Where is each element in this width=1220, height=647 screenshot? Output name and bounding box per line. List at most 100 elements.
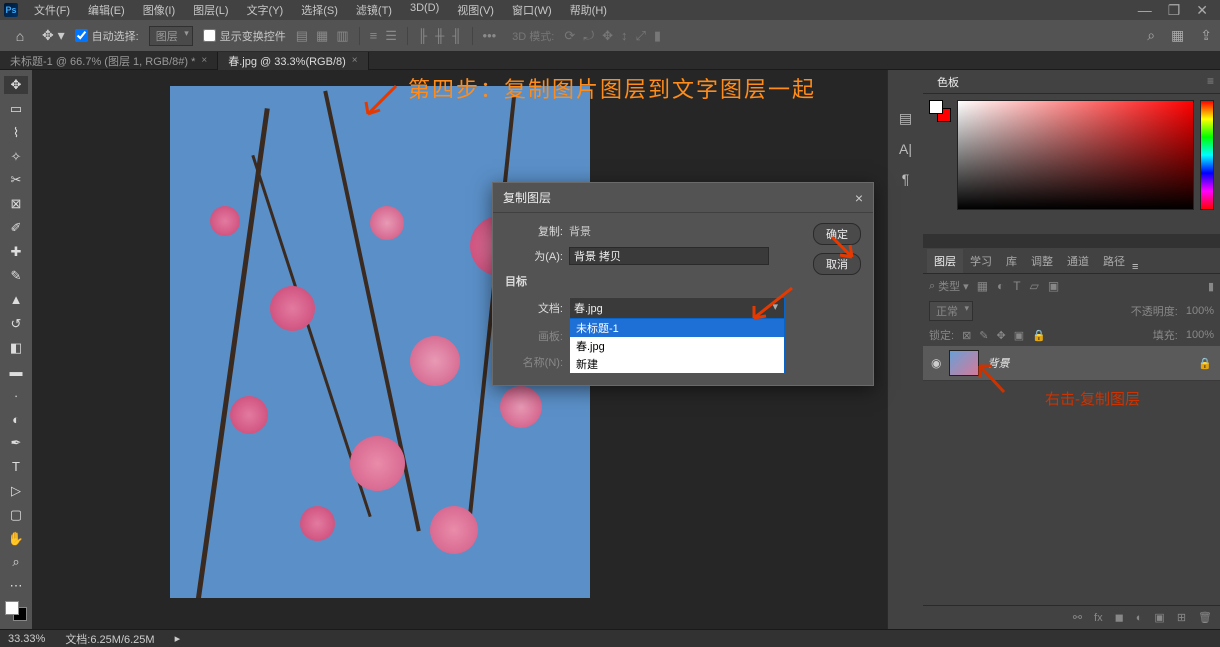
filter-type-dropdown[interactable]: ⌕ 类型 ▾ xyxy=(929,278,969,294)
lock-position-icon[interactable]: ✎ xyxy=(979,329,988,342)
menu-type[interactable]: 文字(Y) xyxy=(239,0,292,20)
menu-filter[interactable]: 滤镜(T) xyxy=(348,0,400,20)
type-tool[interactable]: T xyxy=(4,458,28,476)
hue-slider[interactable] xyxy=(1200,100,1214,210)
filter-toggle-icon[interactable]: ▮ xyxy=(1208,280,1214,293)
tab-channels[interactable]: 通道 xyxy=(1060,249,1096,273)
layer-fx-icon[interactable]: fx xyxy=(1094,612,1103,624)
marquee-tool[interactable]: ▭ xyxy=(4,100,28,118)
dialog-close-icon[interactable]: × xyxy=(855,190,863,206)
history-brush-tool[interactable]: ↺ xyxy=(4,315,28,333)
foreground-color[interactable] xyxy=(5,601,19,615)
blend-mode-dropdown[interactable]: 正常 xyxy=(929,301,973,321)
layer-locked-icon[interactable]: 🔒 xyxy=(1198,357,1212,370)
auto-select-checkbox[interactable]: 自动选择: xyxy=(75,28,139,44)
panel-menu-icon[interactable]: ≡ xyxy=(1207,74,1214,88)
maximize-icon[interactable]: ❐ xyxy=(1168,2,1181,19)
lock-icon[interactable]: 🔒 xyxy=(1032,329,1046,342)
history-panel-icon[interactable]: ▤ xyxy=(899,110,912,127)
filter-pixel-icon[interactable]: ▦ xyxy=(977,279,988,293)
zoom-tool[interactable]: ⌕ xyxy=(4,554,28,572)
layer-item-background[interactable]: ◉ 背景 🔒 xyxy=(923,346,1220,381)
gradient-tool[interactable]: ▬ xyxy=(4,363,28,381)
lasso-tool[interactable]: ⌇ xyxy=(4,124,28,142)
panel-menu-icon[interactable]: ≡ xyxy=(1132,261,1138,273)
eraser-tool[interactable]: ◧ xyxy=(4,339,28,357)
tab-libraries[interactable]: 库 xyxy=(999,249,1024,273)
hand-tool[interactable]: ✋ xyxy=(4,530,28,548)
filter-shape-icon[interactable]: ▱ xyxy=(1030,279,1039,293)
close-tab-icon[interactable]: × xyxy=(352,55,358,66)
more-icon[interactable]: ••• xyxy=(483,28,497,43)
dodge-tool[interactable]: ◐ xyxy=(4,410,28,428)
zoom-level[interactable]: 33.33% xyxy=(8,633,45,645)
close-tab-icon[interactable]: × xyxy=(201,55,207,66)
lock-artboard-icon[interactable]: ▣ xyxy=(1014,329,1024,342)
blur-tool[interactable]: ∙ xyxy=(4,386,28,404)
eyedropper-tool[interactable]: ✐ xyxy=(4,219,28,237)
dropdown-option-spring[interactable]: 春.jpg xyxy=(570,337,784,355)
slide-icon[interactable]: ↕ xyxy=(621,28,628,43)
opacity-value[interactable]: 100% xyxy=(1186,305,1214,317)
show-transform-checkbox[interactable]: 显示变换控件 xyxy=(203,28,286,44)
menu-help[interactable]: 帮助(H) xyxy=(562,0,615,20)
filter-smart-icon[interactable]: ▣ xyxy=(1048,279,1059,293)
tab-learn[interactable]: 学习 xyxy=(963,249,999,273)
document-tab-untitled[interactable]: 未标题-1 @ 66.7% (图层 1, RGB/8#) * × xyxy=(0,51,218,71)
more-tools[interactable]: ⋯ xyxy=(4,577,28,595)
dropdown-option-new[interactable]: 新建 xyxy=(570,355,784,373)
document-info[interactable]: 文档:6.25M/6.25M xyxy=(65,631,154,647)
fill-value[interactable]: 100% xyxy=(1186,329,1214,341)
pen-tool[interactable]: ✒ xyxy=(4,434,28,452)
color-swatches[interactable] xyxy=(5,601,27,621)
character-panel-icon[interactable]: A| xyxy=(899,141,912,157)
menu-edit[interactable]: 编辑(E) xyxy=(80,0,133,20)
distribute-icon[interactable]: ≡ xyxy=(370,28,378,43)
align-center-icon[interactable]: ▦ xyxy=(316,28,328,44)
distribute-icon-2[interactable]: ☰ xyxy=(385,28,397,44)
lock-pixels-icon[interactable]: ⊠ xyxy=(962,329,971,342)
pan-icon[interactable]: ✥ xyxy=(602,28,613,44)
tab-layers[interactable]: 图层 xyxy=(927,249,963,273)
delete-layer-icon[interactable]: 🗑 xyxy=(1198,611,1212,624)
align-v1-icon[interactable]: ╟ xyxy=(418,28,427,43)
new-group-icon[interactable]: ▣ xyxy=(1154,611,1164,624)
menu-3d[interactable]: 3D(D) xyxy=(402,0,447,20)
as-input[interactable] xyxy=(569,247,769,265)
link-layers-icon[interactable]: ⚯ xyxy=(1073,611,1082,624)
menu-layer[interactable]: 图层(L) xyxy=(185,0,236,20)
layer-mask-icon[interactable]: ◼ xyxy=(1115,611,1124,624)
auto-select-type-dropdown[interactable]: 图层 xyxy=(149,26,193,46)
filter-adjustment-icon[interactable]: ◐ xyxy=(997,279,1004,293)
share-icon[interactable]: ⇪ xyxy=(1200,27,1212,44)
healing-tool[interactable]: ✚ xyxy=(4,243,28,261)
move-tool[interactable]: ✥ xyxy=(4,76,28,94)
menu-window[interactable]: 窗口(W) xyxy=(504,0,560,20)
color-swatches-tab[interactable]: 色板 xyxy=(929,71,967,93)
paragraph-panel-icon[interactable]: ¶ xyxy=(902,171,910,187)
menu-view[interactable]: 视图(V) xyxy=(449,0,502,20)
brush-tool[interactable]: ✎ xyxy=(4,267,28,285)
home-icon[interactable]: ⌂ xyxy=(8,24,32,48)
document-tab-spring[interactable]: 春.jpg @ 33.3%(RGB/8) × xyxy=(218,51,368,71)
tab-adjustments[interactable]: 调整 xyxy=(1024,249,1060,273)
new-layer-icon[interactable]: ⊞ xyxy=(1177,611,1186,624)
filter-type-icon[interactable]: T xyxy=(1013,279,1020,293)
workspace-icon[interactable]: ▦ xyxy=(1171,27,1184,44)
search-icon[interactable]: ⌕ xyxy=(1147,27,1155,44)
roll-icon[interactable]: ⤾ xyxy=(583,28,594,44)
tab-paths[interactable]: 路径 xyxy=(1096,249,1132,273)
scale-icon[interactable]: ⤢ xyxy=(636,28,646,44)
align-right-icon[interactable]: ▥ xyxy=(336,28,348,44)
color-field[interactable] xyxy=(957,100,1194,210)
shape-tool[interactable]: ▢ xyxy=(4,506,28,524)
menu-select[interactable]: 选择(S) xyxy=(293,0,346,20)
path-select-tool[interactable]: ▷ xyxy=(4,482,28,500)
menu-image[interactable]: 图像(I) xyxy=(135,0,183,20)
visibility-toggle-icon[interactable]: ◉ xyxy=(931,356,941,370)
align-v2-icon[interactable]: ╫ xyxy=(435,28,444,43)
frame-tool[interactable]: ⊠ xyxy=(4,195,28,213)
menu-file[interactable]: 文件(F) xyxy=(26,0,78,20)
status-chevron-icon[interactable]: ▸ xyxy=(175,632,181,645)
align-left-icon[interactable]: ▤ xyxy=(296,28,308,44)
